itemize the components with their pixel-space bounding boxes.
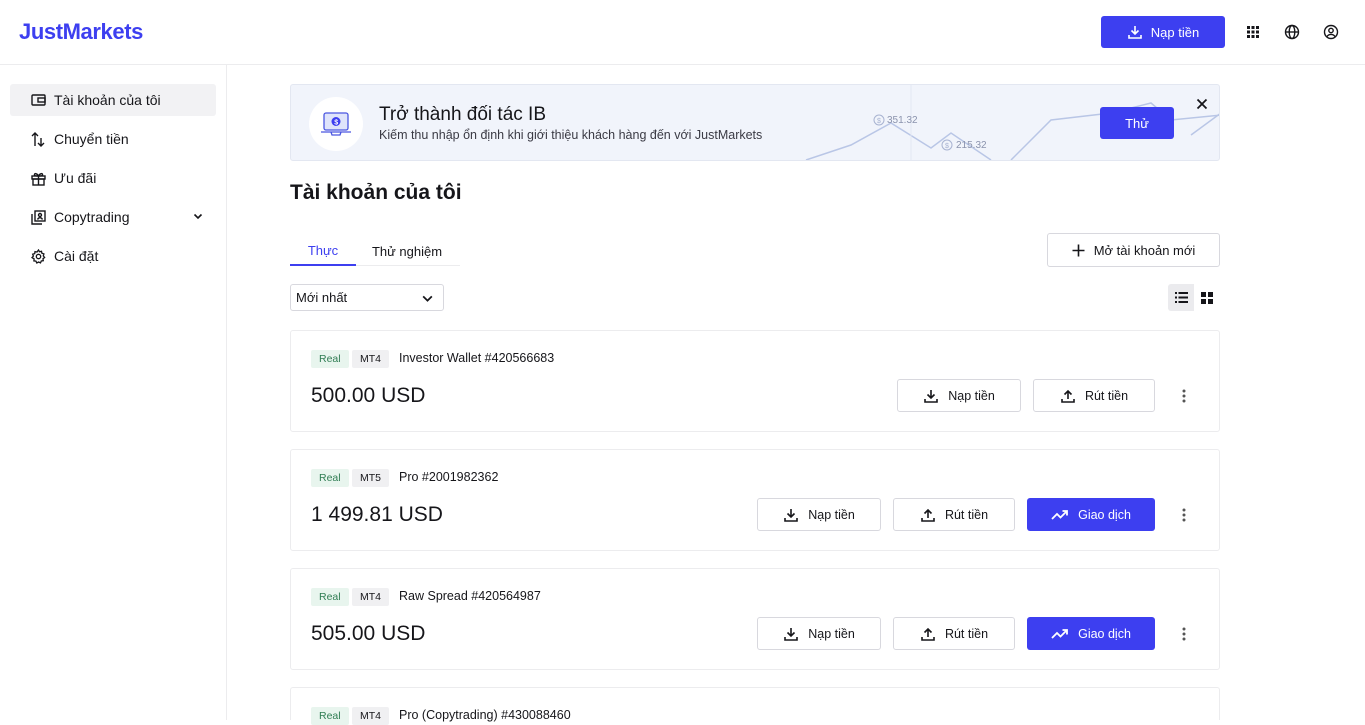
account-card: Real MT4 Investor Wallet #420566683 500.…	[290, 330, 1220, 432]
account-name: Raw Spread #420564987	[399, 589, 541, 603]
apps-grid-icon[interactable]	[1243, 22, 1263, 42]
trade-label: Giao dịch	[1078, 626, 1131, 641]
sidebar-item-promotions[interactable]: Ưu đãi	[10, 162, 216, 194]
ib-partner-banner: $ $ $ Trở thành đối tác IB Kiếm thu nhập…	[290, 84, 1220, 161]
banner-title: Trở thành đối tác IB	[379, 104, 547, 125]
trending-up-icon	[1051, 628, 1068, 639]
account-card: Real MT4 Raw Spread #420564987 505.00 US…	[290, 568, 1220, 670]
more-options-icon[interactable]	[1175, 624, 1193, 644]
platform-badge: MT4	[352, 707, 389, 725]
trade-button[interactable]: Giao dịch	[1027, 617, 1155, 650]
deposit-button[interactable]: Nạp tiền	[757, 498, 881, 531]
account-balance: 505.00 USD	[311, 622, 426, 645]
platform-badge: MT5	[352, 469, 389, 487]
trending-up-icon	[1051, 509, 1068, 520]
account-type-tabs: Thực Thử nghiệm	[290, 236, 460, 266]
platform-badge: MT4	[352, 350, 389, 368]
transfer-icon	[30, 131, 46, 147]
sidebar-item-settings[interactable]: Cài đặt	[10, 240, 216, 272]
download-icon	[784, 508, 799, 522]
upload-icon	[921, 508, 935, 522]
user-icon[interactable]	[1321, 22, 1341, 42]
more-options-icon[interactable]	[1175, 505, 1193, 525]
sidebar-item-my-accounts[interactable]: Tài khoản của tôi	[10, 84, 216, 116]
sidebar-item-label: Tài khoản của tôi	[54, 92, 161, 108]
download-icon	[924, 389, 939, 403]
account-balance: 500.00 USD	[311, 384, 426, 407]
globe-icon[interactable]	[1282, 22, 1302, 42]
account-name: Pro #2001982362	[399, 470, 499, 484]
deposit-label: Nạp tiền	[808, 507, 855, 522]
sidebar-item-copytrading[interactable]: Copytrading	[10, 201, 216, 233]
banner-subtitle: Kiếm thu nhập ổn định khi giới thiệu khá…	[379, 128, 763, 142]
withdraw-button[interactable]: Rút tiền	[1033, 379, 1155, 412]
grid-view-icon[interactable]	[1194, 284, 1220, 311]
justmarkets-logo[interactable]: JustMarkets	[19, 19, 143, 45]
sort-select[interactable]: Mới nhất	[290, 284, 444, 311]
svg-text:$: $	[877, 118, 881, 125]
deposit-button[interactable]: Nạp tiền	[757, 617, 881, 650]
account-name: Investor Wallet #420566683	[399, 351, 555, 365]
gear-icon	[30, 248, 46, 264]
withdraw-button[interactable]: Rút tiền	[893, 498, 1015, 531]
svg-text:$: $	[945, 143, 949, 150]
withdraw-label: Rút tiền	[1084, 388, 1129, 403]
svg-text:$: $	[334, 119, 338, 126]
account-type-badge: Real	[311, 469, 349, 487]
account-card: Real MT4 Pro (Copytrading) #430088460	[290, 687, 1220, 725]
trade-label: Giao dịch	[1078, 507, 1131, 522]
header-deposit-button[interactable]: Nạp tiền	[1101, 16, 1225, 48]
deposit-label: Nạp tiền	[948, 388, 995, 403]
list-view-icon[interactable]	[1168, 284, 1194, 311]
download-icon	[784, 627, 799, 641]
sidebar-item-transfer[interactable]: Chuyển tiền	[10, 123, 216, 155]
account-balance: 1 499.81 USD	[311, 503, 443, 526]
chevron-down-icon	[193, 213, 203, 220]
top-header: JustMarkets Nạp tiền	[0, 0, 1365, 65]
open-new-account-label: Mở tài khoản mới	[1093, 242, 1196, 258]
open-new-account-button[interactable]: Mở tài khoản mới	[1047, 233, 1220, 267]
upload-icon	[1061, 389, 1075, 403]
plus-icon	[1072, 244, 1085, 256]
tab-real[interactable]: Thực	[290, 236, 356, 266]
partner-icon: $	[309, 97, 363, 151]
banner-value: 351.32	[887, 115, 918, 126]
sidebar: Tài khoản của tôi Chuyển tiền Ưu đãi Cop…	[0, 65, 227, 720]
account-type-badge: Real	[311, 350, 349, 368]
withdraw-label: Rút tiền	[944, 507, 989, 522]
withdraw-label: Rút tiền	[944, 626, 989, 641]
copytrading-icon	[30, 209, 46, 225]
deposit-button[interactable]: Nạp tiền	[897, 379, 1021, 412]
sort-selected-value: Mới nhất	[296, 290, 348, 305]
close-icon[interactable]	[1193, 95, 1211, 113]
banner-value: 215.32	[956, 140, 987, 151]
more-options-icon[interactable]	[1175, 386, 1193, 406]
account-type-badge: Real	[311, 588, 349, 606]
wallet-icon	[30, 92, 46, 108]
chevron-down-icon	[422, 295, 433, 302]
tab-demo[interactable]: Thử nghiệm	[364, 236, 450, 266]
account-type-badge: Real	[311, 707, 349, 725]
banner-try-button[interactable]: Thử	[1100, 107, 1174, 139]
account-card: Real MT5 Pro #2001982362 1 499.81 USD Nạ…	[290, 449, 1220, 551]
view-toggle	[1168, 284, 1220, 311]
page-title: Tài khoản của tôi	[290, 181, 462, 204]
download-icon	[1127, 26, 1142, 39]
platform-badge: MT4	[352, 588, 389, 606]
sidebar-item-label: Copytrading	[54, 209, 130, 225]
header-deposit-label: Nạp tiền	[1150, 24, 1200, 40]
sidebar-item-label: Chuyển tiền	[54, 131, 129, 147]
gift-icon	[30, 170, 46, 186]
upload-icon	[921, 627, 935, 641]
trade-button[interactable]: Giao dịch	[1027, 498, 1155, 531]
deposit-label: Nạp tiền	[808, 626, 855, 641]
sidebar-item-label: Ưu đãi	[54, 170, 97, 186]
withdraw-button[interactable]: Rút tiền	[893, 617, 1015, 650]
sidebar-item-label: Cài đặt	[54, 248, 99, 264]
